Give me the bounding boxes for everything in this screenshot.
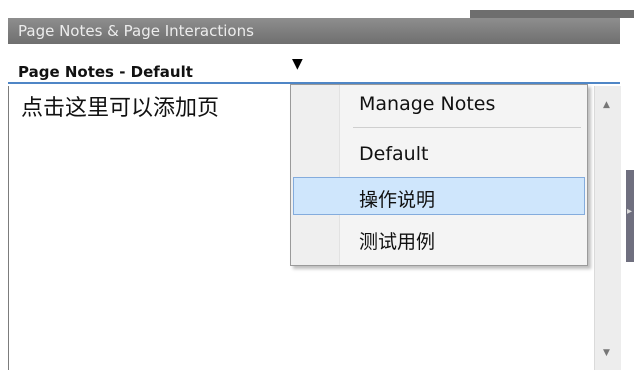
- notes-dropdown-menu: Manage Notes Default 操作说明 测试用例: [290, 84, 588, 266]
- menu-item-operation-notes[interactable]: 操作说明: [359, 185, 435, 212]
- top-strip: [470, 10, 634, 18]
- menu-gutter: [291, 85, 340, 265]
- notes-scrollbar[interactable]: ▲ ▼: [594, 86, 621, 370]
- scroll-down-icon[interactable]: ▼: [603, 348, 610, 358]
- menu-item-default[interactable]: Default: [359, 143, 428, 165]
- menu-item-manage-notes[interactable]: Manage Notes: [359, 93, 495, 115]
- menu-separator: [353, 127, 581, 128]
- side-collapse-tab[interactable]: ▸: [626, 170, 634, 262]
- menu-item-test-cases[interactable]: 测试用例: [359, 227, 435, 254]
- menu-item-highlight: [293, 177, 585, 215]
- notes-text: 点击这里可以添加页: [21, 96, 220, 121]
- chevron-right-icon: ▸: [627, 206, 633, 217]
- chevron-down-icon[interactable]: ▼: [292, 56, 303, 72]
- notes-title: Page Notes - Default: [18, 63, 193, 81]
- notes-header: Page Notes - Default ▼: [8, 44, 620, 84]
- scroll-up-icon[interactable]: ▲: [603, 100, 610, 110]
- panel-title: Page Notes & Page Interactions: [8, 18, 620, 44]
